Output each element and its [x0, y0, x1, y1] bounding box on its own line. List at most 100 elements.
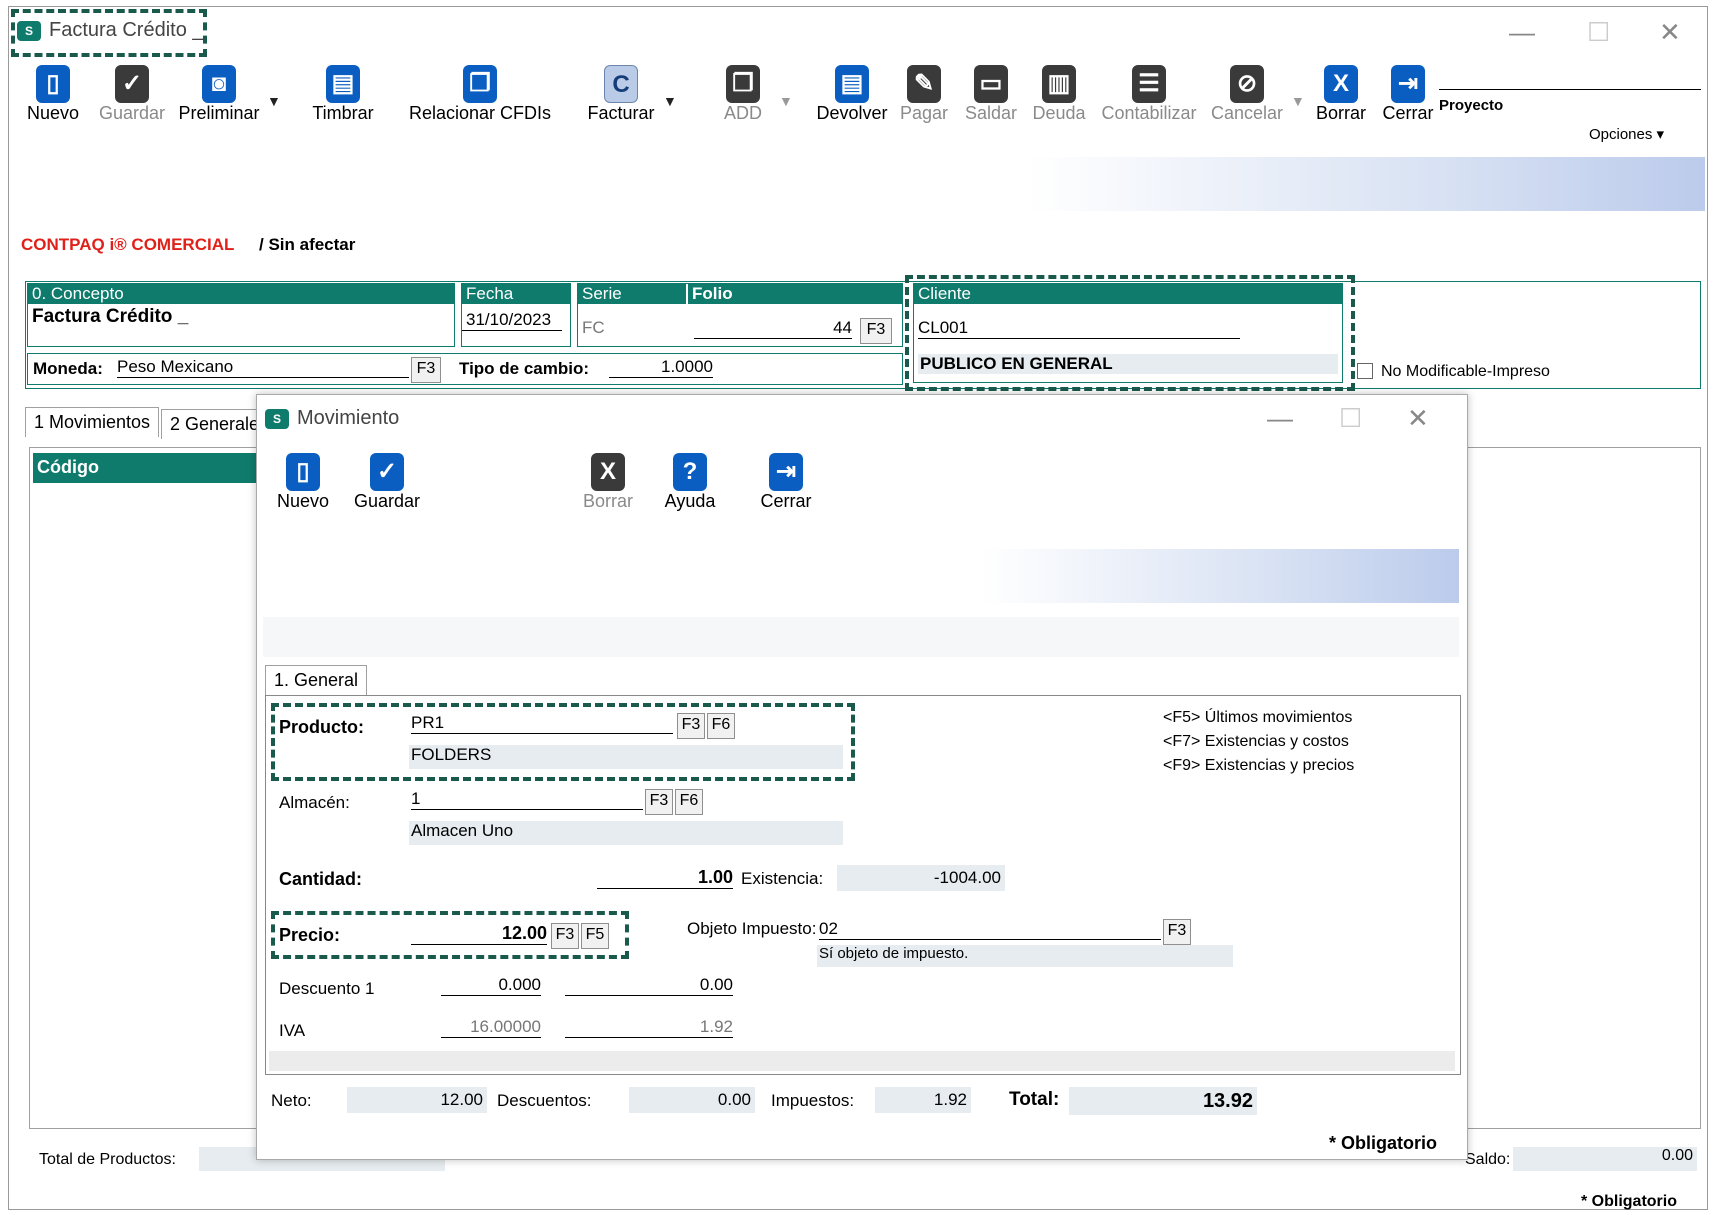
neto-label: Neto: [271, 1091, 312, 1110]
tipo-cambio-input[interactable]: 1.0000 [609, 357, 713, 378]
tab-general[interactable]: 1. General [265, 665, 368, 695]
timbrar-label: Timbrar [312, 103, 374, 123]
add-documents-icon: ❐ [726, 65, 760, 103]
cantidad-input[interactable]: 1.00 [597, 867, 733, 889]
facturar-dropdown-icon[interactable]: ▼ [663, 93, 677, 109]
help-question-icon: ? [673, 453, 707, 491]
moneda-select[interactable]: Peso Mexicano [117, 357, 409, 378]
facturar-label: Facturar [587, 103, 655, 123]
descuentos-label: Descuentos: [497, 1091, 592, 1110]
mov-ayuda-button[interactable]: ? Ayuda [659, 453, 721, 512]
maximize-button[interactable]: ☐ [1587, 19, 1610, 45]
deuda-button[interactable]: ▥ Deuda [1031, 65, 1087, 124]
codigo-column-header[interactable]: Código [33, 453, 263, 483]
hint-f5: <F5> Últimos movimientos [1163, 709, 1353, 726]
contabilizar-button[interactable]: ☰ Contabilizar [1101, 65, 1197, 124]
producto-f3-button[interactable]: F3 [677, 713, 705, 739]
almacen-name: Almacen Uno [409, 821, 843, 845]
relacionar-label: Relacionar CFDIs [408, 103, 552, 123]
objeto-impuesto-label: Objeto Impuesto: [687, 919, 817, 938]
descuento1-amt-input[interactable]: 0.00 [565, 975, 733, 996]
precio-input[interactable]: 12.00 [411, 923, 547, 945]
timbrar-button[interactable]: ▤ Timbrar [311, 65, 375, 124]
precio-label: Precio: [279, 925, 341, 945]
add-button[interactable]: ❐ ADD [715, 65, 771, 124]
moneda-f3-button[interactable]: F3 [411, 357, 441, 383]
devolver-button[interactable]: ▤ Devolver [815, 65, 889, 124]
documents-icon: ❐ [463, 65, 497, 103]
minimize-button[interactable]: — [1509, 19, 1535, 45]
producto-code-input[interactable]: PR1 [411, 713, 673, 734]
descuento1-pct-input[interactable]: 0.000 [441, 975, 541, 996]
dialog-maximize-button[interactable]: ☐ [1339, 405, 1362, 431]
facturar-c-icon: C [604, 65, 638, 103]
mov-nuevo-label: Nuevo [276, 491, 330, 511]
mov-cerrar-button[interactable]: ⇥ Cerrar [757, 453, 815, 512]
cancelar-button[interactable]: ⊘ Cancelar [1209, 65, 1285, 124]
saldar-button[interactable]: ▭ Saldar [963, 65, 1019, 124]
folio-f3-button[interactable]: F3 [860, 318, 892, 344]
total-value: 13.92 [1069, 1087, 1257, 1115]
relacionar-cfdis-button[interactable]: ❐ Relacionar CFDIs [407, 65, 553, 124]
precio-f5-button[interactable]: F5 [581, 923, 609, 949]
proyecto-field[interactable] [1439, 89, 1701, 90]
borrar-button[interactable]: X Borrar [1313, 65, 1369, 124]
dialog-info-bar [263, 617, 1459, 657]
concepto-value[interactable]: Factura Crédito _ [28, 306, 454, 328]
objeto-impuesto-input[interactable]: 02 [819, 919, 1161, 940]
cancelar-dropdown-icon[interactable]: ▼ [1291, 93, 1305, 109]
almacen-code-input[interactable]: 1 [411, 789, 643, 810]
objeto-impuesto-desc: Sí objeto de impuesto. [817, 945, 1233, 967]
opciones-menu[interactable]: Opciones ▾ [1589, 125, 1664, 143]
mov-guardar-button[interactable]: ✓ Guardar [351, 453, 423, 512]
precio-f3-button[interactable]: F3 [551, 923, 579, 949]
window-title: Factura Crédito _ [49, 19, 204, 41]
mov-nuevo-button[interactable]: ▯ Nuevo [273, 453, 333, 512]
preliminar-dropdown-icon[interactable]: ▼ [267, 93, 281, 109]
stamp-icon: ▤ [326, 65, 360, 103]
tab-movimientos[interactable]: 1 Movimientos [25, 407, 160, 437]
concepto-group: 0. Concepto Factura Crédito _ [27, 283, 455, 347]
objeto-f3-button[interactable]: F3 [1163, 919, 1191, 945]
dialog-close-button[interactable]: ✕ [1407, 405, 1429, 431]
producto-f6-button[interactable]: F6 [707, 713, 735, 739]
dialog-minimize-button[interactable]: — [1267, 405, 1293, 431]
dialog-gradient-bar [263, 549, 1459, 603]
serie-folio-group: Serie Folio FC 44 F3 [577, 283, 903, 347]
cliente-code-input[interactable]: CL001 [918, 318, 1240, 339]
cancelar-label: Cancelar [1210, 103, 1284, 123]
cliente-name: PUBLICO EN GENERAL [918, 354, 1338, 374]
nuevo-button[interactable]: ▯ Nuevo [25, 65, 81, 124]
guardar-button[interactable]: ✓ Guardar [97, 65, 167, 124]
facturar-button[interactable]: C Facturar [583, 65, 659, 124]
movimiento-dialog: S Movimiento — ☐ ✕ ▯ Nuevo ✓ Guardar X B… [256, 394, 1468, 1160]
panel-scroll-area [269, 1051, 1455, 1071]
mov-ayuda-label: Ayuda [664, 491, 716, 511]
almacen-f3-button[interactable]: F3 [645, 789, 673, 815]
app-logo-icon: S [17, 21, 41, 41]
document-state: / Sin afectar [259, 235, 356, 254]
close-window-button[interactable]: ✕ [1659, 19, 1681, 45]
mov-borrar-button[interactable]: X Borrar [579, 453, 637, 512]
almacen-label: Almacén: [279, 793, 350, 812]
fecha-input[interactable]: 31/10/2023 [462, 310, 562, 331]
guardar-label: Guardar [98, 103, 166, 123]
descuento1-label: Descuento 1 [279, 979, 375, 998]
neto-value: 12.00 [347, 1087, 487, 1113]
preliminar-label: Preliminar [178, 103, 260, 123]
folio-input[interactable]: 44 [694, 318, 852, 339]
hint-f9: <F9> Existencias y precios [1163, 757, 1355, 774]
dialog-obligatorio-note: * Obligatorio [1329, 1133, 1437, 1153]
cerrar-button[interactable]: ⇥ Cerrar [1379, 65, 1437, 124]
saldar-label: Saldar [964, 103, 1018, 123]
existencia-value: -1004.00 [837, 865, 1005, 891]
preliminar-button[interactable]: ◙ Preliminar [177, 65, 261, 124]
almacen-f6-button[interactable]: F6 [675, 789, 703, 815]
header-gradient-bar [13, 157, 1705, 211]
no-modificable-checkbox[interactable] [1357, 363, 1373, 379]
iva-label: IVA [279, 1021, 306, 1040]
serie-input[interactable]: FC [582, 318, 605, 338]
mov-borrar-label: Borrar [582, 491, 633, 511]
add-dropdown-icon[interactable]: ▼ [779, 93, 793, 109]
pagar-button[interactable]: ✎ Pagar [897, 65, 951, 124]
